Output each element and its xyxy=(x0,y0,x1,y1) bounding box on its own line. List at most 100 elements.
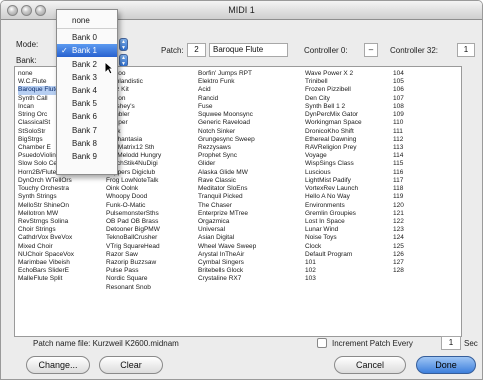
patch-list-item[interactable]: Highlandistic xyxy=(106,78,196,86)
patch-list-item[interactable]: Arystal InTheAir xyxy=(198,251,293,259)
patch-number-field[interactable]: 2 xyxy=(187,43,206,57)
bank-menu-item[interactable]: Bank 6 xyxy=(57,110,117,123)
patch-list-item[interactable]: 104 xyxy=(393,70,433,78)
patch-list-item[interactable]: Meltoo xyxy=(106,70,196,78)
patch-list-item[interactable]: Squwee Moonsync xyxy=(198,111,293,119)
clear-button[interactable]: Clear xyxy=(99,356,163,374)
patch-list-item[interactable]: Wheel Wave Sweep xyxy=(198,243,293,251)
patch-list-item[interactable]: Orgazmica xyxy=(198,218,293,226)
patch-list-item[interactable]: Acid xyxy=(198,86,293,94)
patch-list-item[interactable]: Mixed Choir xyxy=(18,243,95,251)
patch-list-item[interactable]: 110 xyxy=(393,119,433,127)
patch-list-item[interactable]: 106 xyxy=(393,86,433,94)
patch-list-item[interactable]: 102 xyxy=(305,267,393,275)
increment-seconds-field[interactable]: 1 xyxy=(441,336,461,350)
patch-list-item[interactable]: MatchStik4NuDigi xyxy=(106,160,196,168)
patch-list-item[interactable]: 114 xyxy=(393,152,433,160)
patch-list-item[interactable]: Frog LowNoteTalk xyxy=(106,177,196,185)
patch-list-item[interactable]: Hershey's xyxy=(106,103,196,111)
patch-list-item[interactable]: Notch Sinker xyxy=(198,128,293,136)
controller32-field[interactable]: 1 xyxy=(457,43,475,57)
done-button[interactable]: Done xyxy=(416,356,476,374)
patch-list-item[interactable]: Alaska Glide MW xyxy=(198,169,293,177)
patch-list-item[interactable]: Grungesync Sweep xyxy=(198,136,293,144)
patch-list-item[interactable]: Rave Classic xyxy=(198,177,293,185)
patch-list-item[interactable]: Fusion xyxy=(106,95,196,103)
patch-list-item[interactable]: 116 xyxy=(393,169,433,177)
patch-list-item[interactable]: 123 xyxy=(393,226,433,234)
patch-list-item[interactable]: Detooner BigPMW xyxy=(106,226,196,234)
patch-list-item[interactable]: Funk xyxy=(106,128,196,136)
patch-list-item[interactable]: Voyage xyxy=(305,152,393,160)
patch-list-item[interactable]: WispSings Class xyxy=(305,160,393,168)
bank-menu-item[interactable]: Bank 7 xyxy=(57,124,117,137)
patch-name-field[interactable]: Baroque Flute xyxy=(209,43,288,57)
bank-menu-item[interactable]: Bank 0 xyxy=(57,31,117,44)
patch-list-item[interactable]: Pulse Pass xyxy=(106,267,196,275)
patch-list-item[interactable]: Frozen Pizzibell xyxy=(305,86,393,94)
patch-list-item[interactable]: CathdrVox BveVox xyxy=(18,234,95,242)
patch-list-item[interactable]: Oink Oolnk xyxy=(106,185,196,193)
patch-list-item[interactable]: 125 xyxy=(393,243,433,251)
patch-list-item[interactable]: PortMatrix12 Sth xyxy=(106,144,196,152)
patch-list-item[interactable]: Asian Digital xyxy=(198,234,293,242)
patch-list-item[interactable]: NUChoir SpaceVox xyxy=(18,251,95,259)
mode-popup-arrows-icon[interactable]: ▲ ▼ xyxy=(119,38,128,51)
patch-list-item[interactable]: 118 xyxy=(393,185,433,193)
patch-list-item[interactable]: OB Pad OB Brass xyxy=(106,218,196,226)
patch-list-item[interactable]: Jazz Kit xyxy=(106,86,196,94)
patch-list-item[interactable]: VTrig SquareHead xyxy=(106,243,196,251)
patch-list-item[interactable]: Touchy Orchestra xyxy=(18,185,95,193)
patch-list-item[interactable]: MalleFlute Split xyxy=(18,275,95,283)
patch-list-item[interactable]: The Chaser xyxy=(198,202,293,210)
patch-list-item[interactable]: Razorip Buzzsaw xyxy=(106,259,196,267)
patch-list-item[interactable]: Peppers Digiclub xyxy=(106,169,196,177)
close-window-icon[interactable] xyxy=(7,5,18,16)
patch-list-item[interactable]: Fuse xyxy=(198,103,293,111)
patch-list-item[interactable]: Synth Bell 1 2 xyxy=(305,103,393,111)
patch-list-item[interactable]: Marimbae Vibeish xyxy=(18,259,95,267)
patch-list-item[interactable]: Generic Raveload xyxy=(198,119,293,127)
patch-list-item[interactable]: Funk-O-Matic xyxy=(106,202,196,210)
patch-list-item[interactable]: 108 xyxy=(393,103,433,111)
patch-list-item[interactable]: 120 xyxy=(393,202,433,210)
patch-list-item[interactable]: Choir Strings xyxy=(18,226,95,234)
minimize-window-icon[interactable] xyxy=(21,5,32,16)
patch-list-item[interactable]: Synth Strings xyxy=(18,193,95,201)
patch-list-item[interactable]: DronicoKho Shift xyxy=(305,128,393,136)
patch-list-item[interactable]: Euphantasia xyxy=(106,136,196,144)
bank-menu-item[interactable]: none xyxy=(57,14,117,27)
patch-list-item[interactable]: Workingman Space xyxy=(305,119,393,127)
patch-list-item[interactable]: 112 xyxy=(393,136,433,144)
patch-list-item[interactable]: EchoBars SliderE xyxy=(18,267,95,275)
patch-list-item[interactable]: MelloStr ShineOn xyxy=(18,202,95,210)
patch-list-item[interactable]: Noise Toys xyxy=(305,234,393,242)
patch-list-item[interactable]: 117 xyxy=(393,177,433,185)
patch-list-item[interactable]: RevStrngs Solina xyxy=(18,218,95,226)
patch-list-item[interactable]: Razor Saw xyxy=(106,251,196,259)
patch-list-item[interactable]: Tranquil Picked xyxy=(198,193,293,201)
patch-list-item[interactable]: 128 xyxy=(393,267,433,275)
patch-list-item[interactable]: Enterprize MTree xyxy=(198,210,293,218)
patch-list-item[interactable]: Universal xyxy=(198,226,293,234)
patch-list-item[interactable]: Borfin' Jumps RPT xyxy=(198,70,293,78)
patch-list-item[interactable]: 122 xyxy=(393,218,433,226)
patch-list-item[interactable]: Glider xyxy=(198,160,293,168)
patch-list-item[interactable]: LightMist Padify xyxy=(305,177,393,185)
patch-list-item[interactable]: RAVReligion Prey xyxy=(305,144,393,152)
patch-list-item[interactable]: Whoopy Dood xyxy=(106,193,196,201)
patch-list-item[interactable]: Trinibell xyxy=(305,78,393,86)
patch-list-item[interactable]: 107 xyxy=(393,95,433,103)
patch-list-item[interactable]: 111 xyxy=(393,128,433,136)
patch-list-item[interactable]: 113 xyxy=(393,144,433,152)
patch-list-item[interactable]: Luscious xyxy=(305,169,393,177)
bank-menu-item[interactable]: ✓ Bank 1 xyxy=(57,44,117,58)
patch-list-item[interactable]: Rezzysaws xyxy=(198,144,293,152)
patch-list-item[interactable]: Gremlin Groupies xyxy=(305,210,393,218)
patch-list-item[interactable]: Default Program xyxy=(305,251,393,259)
increment-patch-checkbox[interactable] xyxy=(317,338,327,348)
bank-menu-item[interactable]: Bank 4 xyxy=(57,84,117,97)
bank-menu-item[interactable]: Bank 8 xyxy=(57,137,117,150)
patch-list-item[interactable]: DynOrch WTellOrs xyxy=(18,177,95,185)
patch-list-item[interactable]: Hello A No Way xyxy=(305,193,393,201)
